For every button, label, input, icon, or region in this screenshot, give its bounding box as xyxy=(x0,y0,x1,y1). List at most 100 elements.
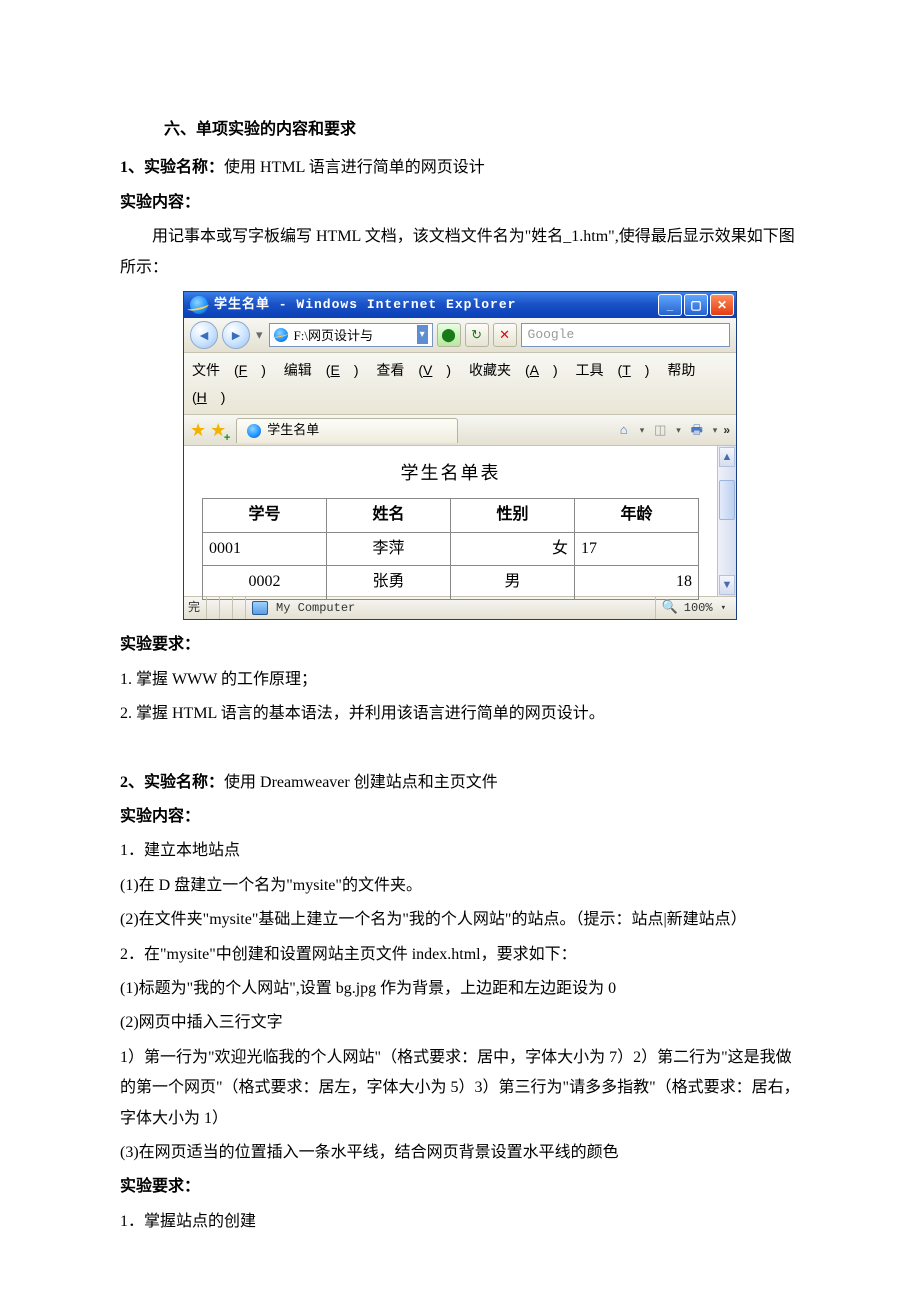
print-dropdown-icon[interactable]: ▾ xyxy=(713,422,718,439)
menu-favorites[interactable]: 收藏夹(A) xyxy=(469,362,558,378)
menu-tools[interactable]: 工具(T) xyxy=(576,362,650,378)
tab-title: 学生名单 xyxy=(267,418,319,443)
cell-age: 18 xyxy=(575,566,699,599)
exp2-name-label: 2、实验名称： xyxy=(120,774,224,791)
student-table: 学号 姓名 性别 年龄 0001 李萍 女 17 0002 张勇 男 xyxy=(202,498,699,599)
exp2-item: (2)网页中插入三行文字 xyxy=(120,1008,800,1038)
scroll-up-icon[interactable]: ▲ xyxy=(719,447,735,467)
address-bar[interactable]: ▾ xyxy=(269,323,433,347)
exp1-name-value: 使用 HTML 语言进行简单的网页设计 xyxy=(224,159,485,176)
window-controls: _ ▢ ✕ xyxy=(658,292,736,318)
vertical-scrollbar[interactable]: ▲ ▼ xyxy=(717,446,736,596)
menu-view[interactable]: 查看(V) xyxy=(376,362,451,378)
exp2-item: 1）第一行为"欢迎光临我的个人网站"（格式要求：居中，字体大小为 7）2）第二行… xyxy=(120,1043,800,1134)
status-zoom[interactable]: 🔍 100% ▾ xyxy=(655,597,732,619)
status-location: My Computer xyxy=(245,597,655,619)
cell-gender: 女 xyxy=(451,532,575,565)
ie-window: 学生名单 - Windows Internet Explorer _ ▢ ✕ ◄… xyxy=(183,291,737,620)
close-button[interactable]: ✕ xyxy=(710,294,734,316)
ie-logo-icon xyxy=(190,296,208,314)
go-button[interactable]: ⬤ xyxy=(437,323,461,347)
maximize-button[interactable]: ▢ xyxy=(684,294,708,316)
exp2-item: (2)在文件夹"mysite"基础上建立一个名为"我的个人网站"的站点。（提示：… xyxy=(120,905,800,935)
refresh-button[interactable]: ↻ xyxy=(465,323,489,347)
exp1-name: 1、实验名称：使用 HTML 语言进行简单的网页设计 xyxy=(120,153,800,183)
address-input[interactable] xyxy=(292,326,415,344)
rss-icon[interactable]: ◫ xyxy=(650,420,670,440)
exp1-content-text: 用记事本或写字板编写 HTML 文档，该文档文件名为"姓名_1.htm",使得最… xyxy=(120,222,800,283)
my-computer-icon xyxy=(252,601,268,615)
exp2-name-value: 使用 Dreamweaver 创建站点和主页文件 xyxy=(224,774,498,791)
exp2-item: (1)在 D 盘建立一个名为"mysite"的文件夹。 xyxy=(120,871,800,901)
scroll-track[interactable] xyxy=(718,468,736,574)
scroll-thumb[interactable] xyxy=(719,480,735,520)
zoom-dropdown-icon[interactable]: ▾ xyxy=(721,600,726,617)
search-box[interactable]: Google xyxy=(521,323,730,347)
cell-name: 张勇 xyxy=(327,566,451,599)
print-icon[interactable]: 🖶 xyxy=(687,420,707,440)
scroll-down-icon[interactable]: ▼ xyxy=(719,575,735,595)
zoom-icon: 🔍 xyxy=(662,596,678,621)
page-body: 学生名单表 学号 姓名 性别 年龄 0001 李萍 女 17 xyxy=(184,446,717,596)
exp2-content-label: 实验内容： xyxy=(120,802,800,832)
rss-dropdown-icon[interactable]: ▾ xyxy=(676,422,681,439)
menu-edit[interactable]: 编辑(E) xyxy=(284,362,359,378)
page-heading: 学生名单表 xyxy=(202,456,699,490)
ie-content-area: 学生名单表 学号 姓名 性别 年龄 0001 李萍 女 17 xyxy=(184,446,736,596)
col-age: 年龄 xyxy=(575,499,699,532)
back-button[interactable]: ◄ xyxy=(190,321,218,349)
exp2-item: (3)在网页适当的位置插入一条水平线，结合网页背景设置水平线的颜色 xyxy=(120,1138,800,1168)
table-row: 0001 李萍 女 17 xyxy=(203,532,699,565)
cell-name: 李萍 xyxy=(327,532,451,565)
home-dropdown-icon[interactable]: ▾ xyxy=(640,422,645,439)
section-heading: 六、单项实验的内容和要求 xyxy=(120,115,800,145)
nav-dropdown-icon[interactable]: ▾ xyxy=(254,323,265,348)
forward-button[interactable]: ► xyxy=(222,321,250,349)
exp2-item: 2．在"mysite"中创建和设置网站主页文件 index.html，要求如下： xyxy=(120,940,800,970)
command-bar: ⌂ ▾ ◫ ▾ 🖶 ▾ » xyxy=(614,419,730,442)
exp1-content-label: 实验内容： xyxy=(120,188,800,218)
exp2-req-item: 1．掌握站点的创建 xyxy=(120,1207,800,1237)
ie-page-icon xyxy=(274,328,288,342)
col-gender: 性别 xyxy=(451,499,575,532)
exp2-req-label: 实验要求： xyxy=(120,1172,800,1202)
exp1-name-label: 1、实验名称： xyxy=(120,159,224,176)
exp2-item: (1)标题为"我的个人网站",设置 bg.jpg 作为背景，上边距和左边距设为 … xyxy=(120,974,800,1004)
search-placeholder: Google xyxy=(528,323,575,348)
exp2-item: 1．建立本地站点 xyxy=(120,836,800,866)
status-seg xyxy=(219,597,232,619)
address-dropdown-icon[interactable]: ▾ xyxy=(417,325,428,344)
more-tools-icon[interactable]: » xyxy=(723,419,730,442)
document-page: 六、单项实验的内容和要求 1、实验名称：使用 HTML 语言进行简单的网页设计 … xyxy=(0,0,920,1301)
home-icon[interactable]: ⌂ xyxy=(614,420,634,440)
ie-status-bar: 完 My Computer 🔍 100% ▾ xyxy=(184,596,736,619)
status-seg xyxy=(232,597,245,619)
zoom-value: 100% xyxy=(684,597,713,620)
cell-age: 17 xyxy=(575,532,699,565)
exp1-req-item: 1. 掌握 WWW 的工作原理； xyxy=(120,665,800,695)
favorites-center-icon[interactable]: ★ xyxy=(190,413,206,447)
tab-favicon-icon xyxy=(247,424,261,438)
cell-gender: 男 xyxy=(451,566,575,599)
exp1-req-item: 2. 掌握 HTML 语言的基本语法，并利用该语言进行简单的网页设计。 xyxy=(120,699,800,729)
menu-file[interactable]: 文件(F) xyxy=(192,362,266,378)
status-location-text: My Computer xyxy=(276,597,355,620)
ie-tab-toolbar: ★ ★ 学生名单 ⌂ ▾ ◫ ▾ 🖶 ▾ » xyxy=(184,415,736,446)
stop-button[interactable]: ✕ xyxy=(493,323,517,347)
col-name: 姓名 xyxy=(327,499,451,532)
exp1-req-label: 实验要求： xyxy=(120,630,800,660)
table-header-row: 学号 姓名 性别 年龄 xyxy=(203,499,699,532)
minimize-button[interactable]: _ xyxy=(658,294,682,316)
ie-window-title: 学生名单 - Windows Internet Explorer xyxy=(214,293,516,318)
col-id: 学号 xyxy=(203,499,327,532)
table-row: 0002 张勇 男 18 xyxy=(203,566,699,599)
ie-menubar: 文件(F) 编辑(E) 查看(V) 收藏夹(A) 工具(T) 帮助(H) xyxy=(184,353,736,415)
cell-id: 0002 xyxy=(203,566,327,599)
add-favorite-icon[interactable]: ★ xyxy=(210,413,226,447)
status-done: 完 xyxy=(188,597,206,620)
ie-nav-toolbar: ◄ ► ▾ ▾ ⬤ ↻ ✕ Google xyxy=(184,318,736,353)
browser-tab[interactable]: 学生名单 xyxy=(236,418,458,443)
cell-id: 0001 xyxy=(203,532,327,565)
status-seg xyxy=(206,597,219,619)
ie-titlebar[interactable]: 学生名单 - Windows Internet Explorer _ ▢ ✕ xyxy=(184,292,736,318)
